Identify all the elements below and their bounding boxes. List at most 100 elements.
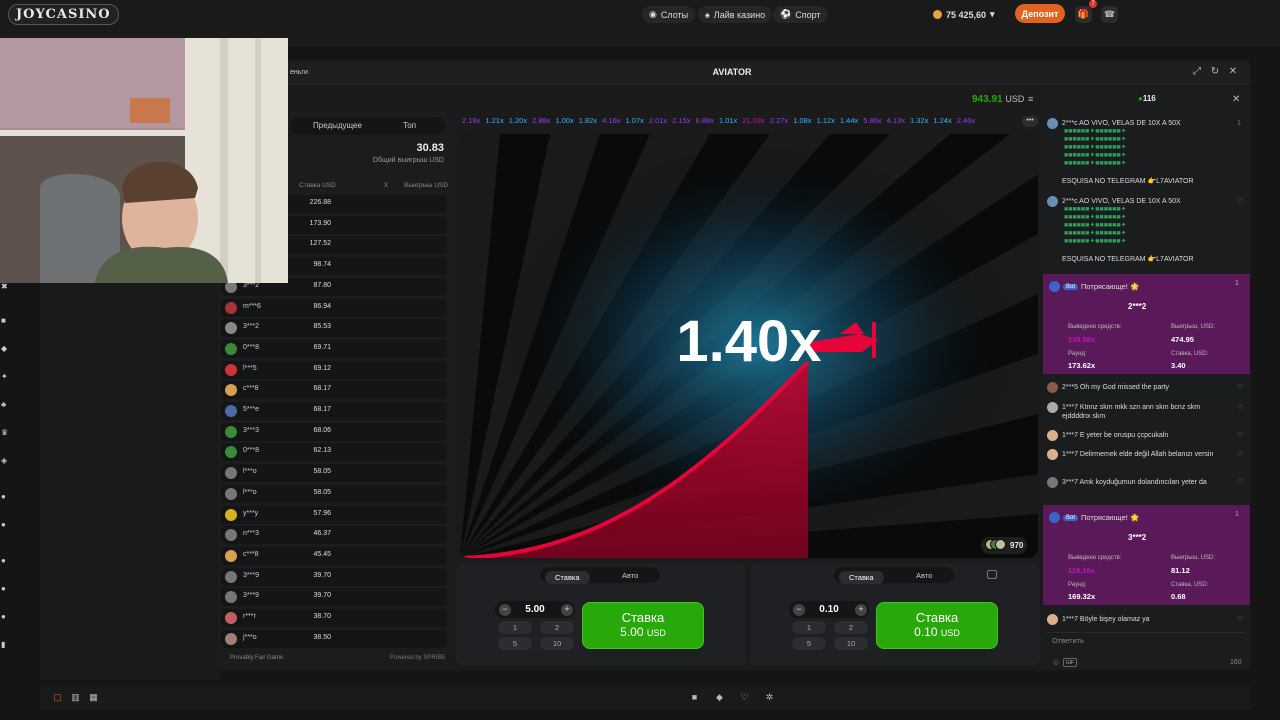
- history-multiplier[interactable]: 1.00x: [555, 116, 573, 128]
- rail-icon[interactable]: ✖: [1, 282, 10, 291]
- like-icon[interactable]: ♡: [1237, 615, 1243, 624]
- quick-bet-2[interactable]: 2: [834, 621, 868, 634]
- history-more-button[interactable]: •••: [1022, 116, 1038, 127]
- bitcoin-icon[interactable]: ●: [1, 492, 10, 501]
- card-icon[interactable]: ♣: [1, 400, 10, 409]
- bet-user: c***8: [243, 385, 259, 393]
- like-icon[interactable]: ♡: [1237, 383, 1243, 392]
- provably-fair-label[interactable]: Provably Fair Game: [230, 655, 283, 661]
- columns-icon[interactable]: ▥: [70, 692, 81, 703]
- quick-bet-1[interactable]: 1: [792, 621, 826, 634]
- tab-top[interactable]: Топ: [403, 121, 416, 130]
- trophy-icon[interactable]: ♛: [1, 428, 10, 437]
- rocket-icon[interactable]: ◆: [1, 344, 10, 353]
- plus-button-2[interactable]: +: [855, 604, 867, 616]
- history-multiplier[interactable]: 2.88x: [532, 116, 550, 128]
- deposit-button[interactable]: Депозит: [1015, 4, 1065, 23]
- gift-icon[interactable]: ■: [689, 692, 700, 703]
- minus-button-1[interactable]: −: [499, 604, 511, 616]
- history-multiplier[interactable]: 1.08x: [793, 116, 811, 128]
- like-count[interactable]: 1: [1237, 119, 1241, 128]
- history-multiplier[interactable]: 1.82x: [579, 116, 597, 128]
- heart-icon[interactable]: ♡: [739, 692, 750, 703]
- flag-icon[interactable]: ●: [1, 612, 10, 621]
- ticket-icon[interactable]: ◈: [1, 456, 10, 465]
- place-bet-button-2[interactable]: Ставка 0.10 USD: [876, 602, 998, 649]
- history-multiplier[interactable]: 6.88x: [696, 116, 714, 128]
- emoji-icon[interactable]: ☺: [1052, 658, 1060, 667]
- gif-button[interactable]: GIF: [1063, 658, 1077, 667]
- history-multiplier[interactable]: 2.19x: [462, 116, 480, 128]
- square-icon[interactable]: ▢: [52, 692, 63, 703]
- tab-previous[interactable]: Предыдущее: [313, 121, 362, 130]
- minus-button-2[interactable]: −: [793, 604, 805, 616]
- nav-live-casino[interactable]: ♠ Лайв казино: [698, 6, 773, 23]
- telegram-icon[interactable]: ●: [1, 520, 10, 529]
- star-icon[interactable]: ✦: [1, 372, 10, 381]
- tab-bet-1[interactable]: Ставка: [545, 571, 590, 584]
- grid-icon[interactable]: ▦: [88, 692, 99, 703]
- bet-value-2[interactable]: 0.10: [809, 604, 849, 615]
- mobile-icon[interactable]: ▮: [1, 640, 10, 649]
- remove-panel-icon[interactable]: [987, 570, 997, 579]
- quick-bet-1[interactable]: 1: [498, 621, 532, 634]
- nav-slots[interactable]: ◉ Слоты: [642, 6, 696, 23]
- quick-bet-2[interactable]: 2: [540, 621, 574, 634]
- close-icon[interactable]: ✕: [1226, 66, 1240, 80]
- history-multiplier[interactable]: 1.32x: [910, 116, 928, 128]
- history-multiplier[interactable]: 1.01x: [719, 116, 737, 128]
- nav-sport[interactable]: ⚽ Спорт: [773, 6, 828, 23]
- history-multiplier[interactable]: 1.20x: [509, 116, 527, 128]
- gift-icon[interactable]: 🎁: [1075, 6, 1092, 23]
- like-icon[interactable]: ♡: [1237, 478, 1243, 487]
- like-icon[interactable]: ♡: [1237, 403, 1243, 412]
- place-bet-button-1[interactable]: Ставка 5.00 USD: [582, 602, 704, 649]
- like-icon[interactable]: ♡: [1237, 197, 1243, 206]
- quick-bet-10[interactable]: 10: [834, 637, 868, 650]
- history-multiplier[interactable]: 4.13x: [887, 116, 905, 128]
- history-multiplier[interactable]: 5.86x: [863, 116, 881, 128]
- gift-icon[interactable]: ■: [1, 316, 10, 325]
- chat-input-placeholder[interactable]: Ответить: [1052, 636, 1084, 645]
- history-multiplier[interactable]: 1.24x: [933, 116, 951, 128]
- history-multiplier[interactable]: 21.03x: [742, 116, 765, 128]
- balance[interactable]: 75 425,60 ▾: [933, 6, 995, 23]
- history-multiplier[interactable]: 2.46x: [957, 116, 975, 128]
- like-icon[interactable]: ♡: [1237, 431, 1243, 440]
- quick-bet-10[interactable]: 10: [540, 637, 574, 650]
- history-multiplier[interactable]: 1.07x: [626, 116, 644, 128]
- history-multiplier[interactable]: 1.21x: [485, 116, 503, 128]
- settings-icon[interactable]: ✲: [764, 692, 775, 703]
- tab-auto-1[interactable]: Авто: [622, 571, 638, 580]
- shield-icon[interactable]: ●: [1, 556, 10, 565]
- quick-bet-5[interactable]: 5: [792, 637, 826, 650]
- like-count[interactable]: 1: [1235, 280, 1239, 287]
- chat-text: 2***5 Oh my God missed the party: [1062, 384, 1169, 391]
- bet-amount: 86.94: [313, 302, 331, 310]
- menu-icon[interactable]: ≡: [1028, 94, 1033, 104]
- rocket-icon[interactable]: ◆: [714, 692, 725, 703]
- like-icon[interactable]: ♡: [1237, 450, 1243, 459]
- support-icon[interactable]: ☎: [1101, 6, 1118, 23]
- history-multiplier[interactable]: 2.15x: [672, 116, 690, 128]
- history-multiplier[interactable]: 4.16x: [602, 116, 620, 128]
- table-row: 3***9 39.70: [221, 567, 447, 586]
- refresh-icon[interactable]: ↻: [1208, 66, 1222, 80]
- tab-bet-2[interactable]: Ставка: [839, 571, 884, 584]
- history-multiplier[interactable]: 1.12x: [817, 116, 835, 128]
- like-count[interactable]: 1: [1235, 511, 1239, 518]
- plus-button-1[interactable]: +: [561, 604, 573, 616]
- joycasino-logo[interactable]: JOYCASINO: [8, 4, 119, 25]
- chat-icon[interactable]: ●: [1, 584, 10, 593]
- tab-auto-2[interactable]: Авто: [916, 571, 932, 580]
- bet-user: 3***9: [243, 571, 259, 579]
- history-multiplier[interactable]: 2.01x: [649, 116, 667, 128]
- chat-message: 2***c AO VIVO, VELAS DE 10X A 50X 1 ■■■■…: [1047, 118, 1245, 188]
- bet-value-1[interactable]: 5.00: [515, 604, 555, 615]
- fullscreen-icon[interactable]: ⤢: [1190, 66, 1204, 80]
- nav-live-label: Лайв казино: [713, 9, 766, 20]
- close-icon[interactable]: ✕: [1232, 94, 1240, 105]
- history-multiplier[interactable]: 1.44x: [840, 116, 858, 128]
- quick-bet-5[interactable]: 5: [498, 637, 532, 650]
- history-multiplier[interactable]: 2.27x: [770, 116, 788, 128]
